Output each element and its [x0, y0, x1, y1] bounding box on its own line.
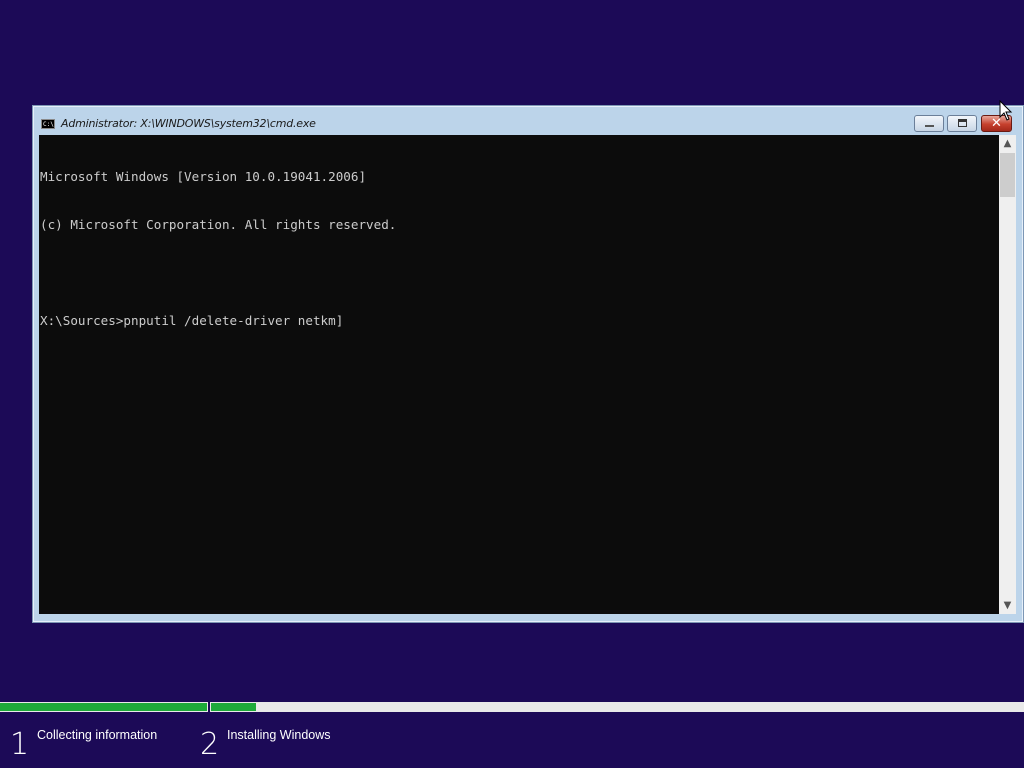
- progress-step2-fill: [211, 703, 256, 711]
- cmd-window[interactable]: C:\ Administrator: X:\WINDOWS\system32\c…: [32, 105, 1024, 623]
- mouse-pointer-icon: [999, 100, 1013, 121]
- scroll-down-arrow-icon[interactable]: ▼: [999, 597, 1016, 614]
- window-title: Administrator: X:\WINDOWS\system32\cmd.e…: [61, 117, 316, 130]
- maximize-icon: [958, 119, 967, 127]
- console-prompt-line[interactable]: X:\Sources>pnputil /delete-driver netkm]: [40, 313, 999, 329]
- progress-step1-fill: [0, 703, 207, 711]
- vertical-scrollbar[interactable]: ▲ ▼: [999, 135, 1016, 614]
- step-label: Collecting information: [37, 728, 158, 742]
- console-line: (c) Microsoft Corporation. All rights re…: [40, 217, 397, 232]
- minimize-button[interactable]: [914, 115, 944, 132]
- console-output[interactable]: Microsoft Windows [Version 10.0.19041.20…: [39, 135, 999, 614]
- minimize-icon: [925, 125, 934, 127]
- step-number: 2: [200, 727, 220, 762]
- step-label: Installing Windows: [227, 728, 331, 742]
- console-line: Microsoft Windows [Version 10.0.19041.20…: [40, 169, 367, 184]
- scroll-thumb[interactable]: [1000, 153, 1015, 197]
- cmd-app-icon[interactable]: C:\: [41, 119, 55, 129]
- title-bar[interactable]: C:\ Administrator: X:\WINDOWS\system32\c…: [33, 106, 1023, 136]
- step-number: 1: [10, 727, 30, 762]
- maximize-button[interactable]: [947, 115, 977, 132]
- scroll-up-arrow-icon[interactable]: ▲: [999, 135, 1016, 152]
- progress-divider: [208, 702, 210, 712]
